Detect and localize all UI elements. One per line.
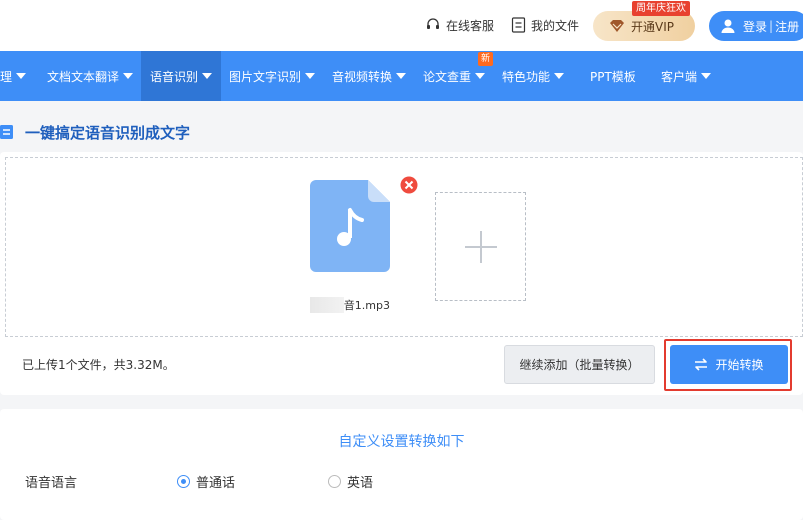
settings-title: 自定义设置转换如下 <box>338 434 465 450</box>
nav-item-label: 语音识别 <box>150 69 199 84</box>
start-conversion-button[interactable]: 开始转换 <box>670 345 788 384</box>
caret-down-icon <box>396 73 407 79</box>
blurred-filename-mask <box>310 297 344 313</box>
vip-label: 开通VIP <box>631 19 674 34</box>
headset-icon <box>427 18 439 29</box>
caret-down-icon <box>202 73 213 79</box>
audio-file-icon <box>310 180 390 272</box>
add-file-box[interactable] <box>435 192 526 301</box>
nav-item-document-translation[interactable]: 文档文本翻译 <box>47 51 134 101</box>
register-link[interactable]: 注册 <box>775 18 799 35</box>
option-label: 英语 <box>347 475 374 491</box>
radio-unselected-icon <box>328 474 341 488</box>
language-option-mandarin[interactable]: 普通话 <box>177 472 236 491</box>
uploaded-file[interactable] <box>310 180 390 276</box>
caret-down-icon <box>554 73 565 79</box>
swap-arrows-icon <box>695 358 708 371</box>
nav-item-ppt-templates[interactable]: PPT模板 <box>590 51 636 101</box>
caret-down-icon <box>475 73 486 79</box>
online-support-link[interactable]: 在线客服 <box>425 14 494 36</box>
nav-item-label: 客户端 <box>661 69 698 84</box>
nav-item-client[interactable]: 客户端 <box>661 51 712 101</box>
main-nav: 理 文档文本翻译 语音识别 图片文字识别 音视频转换 论文查重 新 特色功能 P… <box>0 51 803 101</box>
top-bar: 在线客服 我的文件 开通VIP 周年庆狂欢 登录 | 注册 <box>0 0 803 51</box>
online-support-label: 在线客服 <box>446 18 495 33</box>
caret-down-icon <box>16 73 27 79</box>
nav-item-special-features[interactable]: 特色功能 <box>502 51 565 101</box>
language-option-english[interactable]: 英语 <box>328 472 374 491</box>
nav-item-label: PPT模板 <box>590 69 636 84</box>
new-badge: 新 <box>478 52 493 66</box>
file-name: 音1.mp3 <box>310 297 390 313</box>
nav-item-label: 音视频转换 <box>332 69 393 84</box>
settings-panel <box>0 409 803 520</box>
nav-item-label: 文档文本翻译 <box>47 69 120 84</box>
my-files-link[interactable]: 我的文件 <box>511 14 579 36</box>
nav-item-label: 论文查重 <box>423 69 472 84</box>
radio-selected-icon <box>177 474 190 488</box>
nav-item-label: 图片文字识别 <box>229 69 302 84</box>
file-list-icon <box>511 17 526 33</box>
nav-item-label: 特色功能 <box>502 69 551 84</box>
page-title-text: 一键搞定语音识别成文字 <box>25 123 191 142</box>
start-conversion-label: 开始转换 <box>715 358 764 372</box>
user-icon <box>721 19 735 33</box>
caret-down-icon <box>305 73 316 79</box>
language-label: 语音语言 <box>25 476 78 491</box>
login-link[interactable]: 登录 <box>743 18 767 35</box>
file-name-text: 音1.mp3 <box>343 299 390 312</box>
login-register-button[interactable]: 登录 | 注册 <box>709 11 803 41</box>
nav-item-label: 理 <box>0 69 13 84</box>
my-files-label: 我的文件 <box>531 18 580 33</box>
add-more-button[interactable]: 继续添加（批量转换） <box>504 345 655 384</box>
upload-summary: 已上传1个文件，共3.32M。 <box>22 358 175 372</box>
caret-down-icon <box>123 73 134 79</box>
login-separator: | <box>769 19 774 33</box>
diamond-icon <box>610 20 624 32</box>
document-icon <box>0 125 13 139</box>
nav-item-speech-recognition[interactable]: 语音识别 <box>141 51 221 101</box>
nav-item-image-ocr[interactable]: 图片文字识别 <box>229 51 316 101</box>
page-title: 一键搞定语音识别成文字 <box>0 121 190 143</box>
nav-item-av-conversion[interactable]: 音视频转换 <box>332 51 407 101</box>
anniversary-badge: 周年庆狂欢 <box>632 1 690 16</box>
remove-file-icon[interactable] <box>400 176 418 198</box>
caret-down-icon <box>701 73 712 79</box>
plus-icon <box>464 230 497 263</box>
nav-item-partial[interactable]: 理 <box>0 51 40 101</box>
nav-item-plagiarism-check[interactable]: 论文查重 <box>423 51 486 101</box>
option-label: 普通话 <box>196 475 236 491</box>
